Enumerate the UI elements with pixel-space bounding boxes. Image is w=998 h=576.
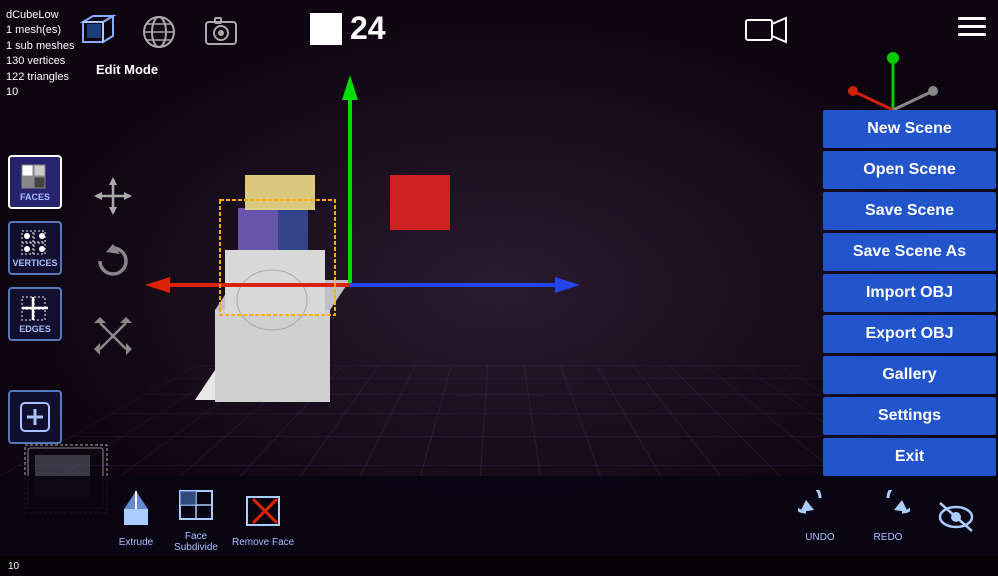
edges-label: EDGES (19, 324, 51, 334)
faces-label: FACES (20, 192, 50, 202)
extrude-icon (112, 485, 160, 533)
extrude-label: Extrude (119, 537, 153, 548)
hamburger-line-3 (958, 33, 986, 36)
extrude-tool[interactable]: Extrude (112, 485, 160, 548)
vertices-count: 130 vertices (6, 54, 74, 69)
extra-number: 10 (6, 85, 74, 100)
settings-button[interactable]: Settings (823, 397, 996, 435)
coordinate-bar: 10 (0, 556, 998, 576)
hamburger-line-2 (958, 25, 986, 28)
hamburger-line-1 (958, 17, 986, 20)
faces-tool-button[interactable]: FACES (8, 155, 62, 209)
save-scene-as-button[interactable]: Save Scene As (823, 233, 996, 271)
add-object-button[interactable] (8, 390, 62, 444)
gallery-button[interactable]: Gallery (823, 356, 996, 394)
face-subdivide-label: Face Subdivide (174, 531, 218, 553)
navigation-cross[interactable] (92, 175, 134, 224)
remove-face-icon (239, 485, 287, 533)
remove-face-label: Remove Face (232, 537, 294, 548)
frame-counter: 24 (310, 10, 386, 47)
object-name: dCubeLow (6, 8, 74, 23)
frame-number: 24 (350, 10, 386, 47)
new-scene-button[interactable]: New Scene (823, 110, 996, 148)
vertices-label: VERTICES (12, 258, 57, 268)
vertices-tool-button[interactable]: VERTICES (8, 221, 62, 275)
import-obj-button[interactable]: Import OBJ (823, 274, 996, 312)
redo-label: REDO (874, 532, 903, 543)
mesh-icon[interactable] (75, 10, 119, 54)
globe-icon[interactable] (137, 10, 181, 54)
exit-button[interactable]: Exit (823, 438, 996, 476)
visibility-toggle-button[interactable] (934, 497, 978, 535)
remove-face-tool[interactable]: Remove Face (232, 485, 294, 548)
camera-capture-icon[interactable] (199, 10, 243, 54)
hamburger-menu-button[interactable] (954, 8, 990, 44)
face-subdivide-icon (172, 479, 220, 527)
white-square (310, 13, 342, 45)
scale-icon[interactable] (92, 315, 134, 364)
bottom-left-tools: Extrude Face Subdivide (20, 479, 294, 553)
mesh-count: 1 mesh(es) (6, 23, 74, 38)
sub-mesh: 1 sub meshes (6, 39, 74, 54)
save-scene-button[interactable]: Save Scene (823, 192, 996, 230)
redo-button[interactable]: REDO (866, 490, 910, 543)
info-panel: dCubeLow 1 mesh(es) 1 sub meshes 130 ver… (6, 8, 74, 100)
bottom-toolbar: Extrude Face Subdivide (0, 476, 998, 556)
triangles-count: 122 triangles (6, 70, 74, 85)
undo-button[interactable]: UNDO (798, 490, 842, 543)
edit-mode-label: Edit Mode (96, 62, 158, 77)
coordinate-text: 10 (8, 561, 19, 572)
top-toolbar (75, 10, 243, 54)
undo-label: UNDO (805, 532, 834, 543)
video-camera-icon[interactable] (744, 14, 788, 51)
left-tools-panel: FACES VERTICES EDGES (8, 155, 62, 341)
side-menu: New Scene Open Scene Save Scene Save Sce… (823, 110, 998, 476)
bottom-right-tools: UNDO REDO (798, 490, 978, 543)
open-scene-button[interactable]: Open Scene (823, 151, 996, 189)
export-obj-button[interactable]: Export OBJ (823, 315, 996, 353)
edges-tool-button[interactable]: EDGES (8, 287, 62, 341)
rotate-undo-icon[interactable] (92, 240, 134, 291)
face-subdivide-tool[interactable]: Face Subdivide (172, 479, 220, 553)
